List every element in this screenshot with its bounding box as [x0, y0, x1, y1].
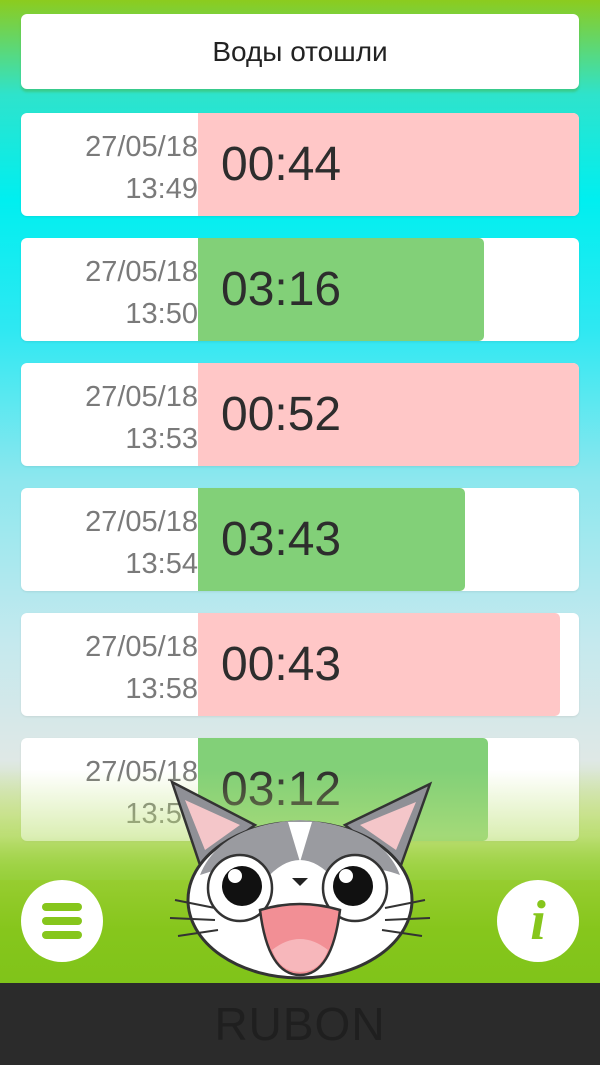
- time-label: 13:58: [125, 673, 198, 705]
- date-label: 27/05/18: [85, 131, 198, 163]
- list-item[interactable]: 27/05/18 13:54 03:43: [21, 488, 579, 591]
- list-item[interactable]: 27/05/18 13:53 00:52: [21, 363, 579, 466]
- time-label: 13:50: [125, 298, 198, 330]
- time-label: 13:54: [125, 548, 198, 580]
- duration-label: 03:43: [221, 513, 342, 566]
- list-item[interactable]: 27/05/18 13:49 00:44: [21, 113, 579, 216]
- list-item[interactable]: 27/05/18 13:50 03:16: [21, 238, 579, 341]
- menu-icon: [42, 903, 82, 939]
- date-label: 27/05/18: [85, 256, 198, 288]
- brand-label: RUBON: [214, 998, 386, 1050]
- duration-label: 00:43: [221, 638, 342, 691]
- time-label: 13:49: [125, 173, 198, 205]
- timestamp: 27/05/18 13:49: [21, 113, 198, 216]
- date-label: 27/05/18: [85, 381, 198, 413]
- duration-label: 00:52: [221, 388, 342, 441]
- event-title: Воды отошли: [212, 35, 388, 67]
- timestamp: 27/05/18 13:58: [21, 613, 198, 716]
- date-label: 27/05/18: [85, 631, 198, 663]
- timestamp: 27/05/18 13:50: [21, 238, 198, 341]
- duration-label: 00:44: [221, 138, 342, 191]
- event-header[interactable]: Воды отошли: [21, 14, 579, 89]
- time-label: 13:53: [125, 423, 198, 455]
- date-label: 27/05/18: [85, 506, 198, 538]
- info-icon: i: [530, 890, 546, 952]
- duration-label: 03:16: [221, 263, 342, 316]
- footer-banner: RUBON: [0, 983, 600, 1065]
- timestamp: 27/05/18 13:54: [21, 488, 198, 591]
- list-item[interactable]: 27/05/18 13:58 00:43: [21, 613, 579, 716]
- timestamp: 27/05/18 13:53: [21, 363, 198, 466]
- cat-mascot-icon: [169, 779, 433, 980]
- info-button[interactable]: i: [497, 880, 579, 962]
- menu-button[interactable]: [21, 880, 103, 962]
